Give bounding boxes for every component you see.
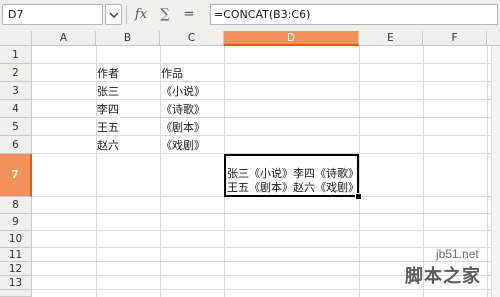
- row-header-5[interactable]: 5: [0, 118, 32, 136]
- formula-input[interactable]: =CONCAT(B3:C6): [210, 4, 498, 25]
- row-header-4[interactable]: 4: [0, 100, 32, 118]
- chevron-down-icon: [109, 12, 119, 18]
- row-header-6[interactable]: 6: [0, 136, 32, 154]
- row-header-12[interactable]: 12: [0, 262, 32, 276]
- cell-c6[interactable]: 《戏剧》: [161, 139, 205, 152]
- cell-c3[interactable]: 《小说》: [161, 85, 205, 98]
- row-header-7[interactable]: 7: [0, 154, 32, 197]
- cell-c2[interactable]: 作品: [161, 67, 183, 80]
- row-header-9[interactable]: 9: [0, 214, 32, 231]
- watermark-logo-text: 脚本之家: [405, 266, 481, 287]
- grid-line: [32, 99, 500, 100]
- row-header-3[interactable]: 3: [0, 82, 32, 100]
- grid-line: [487, 46, 488, 297]
- grid-line: [32, 63, 500, 64]
- cell-b3[interactable]: 张三: [97, 85, 119, 98]
- cell-b4[interactable]: 李四: [97, 103, 119, 116]
- cell-c5[interactable]: 《剧本》: [161, 121, 205, 134]
- grid-line: [423, 46, 424, 297]
- cell-d7-line-2: 王五《剧本》赵六《戏剧》: [227, 181, 359, 194]
- column-header-partial: [487, 31, 500, 46]
- row-header-1[interactable]: 1: [0, 46, 32, 64]
- row-header-10[interactable]: 10: [0, 231, 32, 248]
- formula-icon[interactable]: =: [180, 6, 198, 24]
- grid-line: [32, 135, 500, 136]
- vertical-scrollbar[interactable]: [491, 46, 500, 297]
- grid-line: [32, 81, 500, 82]
- cell-b5[interactable]: 王五: [97, 121, 119, 134]
- row-header-11[interactable]: 11: [0, 248, 32, 262]
- name-box-dropdown-button[interactable]: [105, 4, 122, 25]
- grid-line: [32, 289, 500, 290]
- cell-c4[interactable]: 《诗歌》: [161, 103, 205, 116]
- cell-d7-line-1: 张三《小说》李四《诗歌》: [227, 167, 359, 180]
- active-cell-d7[interactable]: 张三《小说》李四《诗歌》 王五《剧本》赵六《戏剧》: [224, 154, 359, 197]
- sum-icon[interactable]: ∑: [156, 6, 174, 24]
- column-header-e[interactable]: E: [359, 31, 423, 46]
- column-header-a[interactable]: A: [32, 31, 96, 46]
- function-wizard-icon[interactable]: fx: [132, 6, 150, 24]
- column-header-c[interactable]: C: [160, 31, 224, 46]
- grid-line: [359, 46, 360, 297]
- fill-handle[interactable]: [355, 193, 362, 200]
- column-header-f[interactable]: F: [423, 31, 487, 46]
- row-header-2[interactable]: 2: [0, 64, 32, 82]
- toolbar-separator: [126, 6, 127, 24]
- cell-b6[interactable]: 赵六: [97, 139, 119, 152]
- row-header-8[interactable]: 8: [0, 197, 32, 214]
- row-header-13[interactable]: 13: [0, 276, 32, 290]
- row-header-partial: [0, 290, 32, 297]
- grid-line: [32, 117, 500, 118]
- select-all-corner[interactable]: [0, 31, 32, 46]
- formula-toolbar: D7 fx ∑ = =CONCAT(B3:C6): [0, 0, 500, 32]
- grid-line: [32, 247, 500, 248]
- column-header-d[interactable]: D: [224, 31, 359, 46]
- column-header-b[interactable]: B: [96, 31, 160, 46]
- grid-line: [160, 46, 161, 297]
- watermark-url: jb51.net: [436, 247, 479, 261]
- grid-line: [96, 46, 97, 297]
- grid-line: [32, 213, 500, 214]
- cell-b2[interactable]: 作者: [97, 67, 119, 80]
- name-box[interactable]: D7: [2, 4, 103, 25]
- grid-line: [32, 230, 500, 231]
